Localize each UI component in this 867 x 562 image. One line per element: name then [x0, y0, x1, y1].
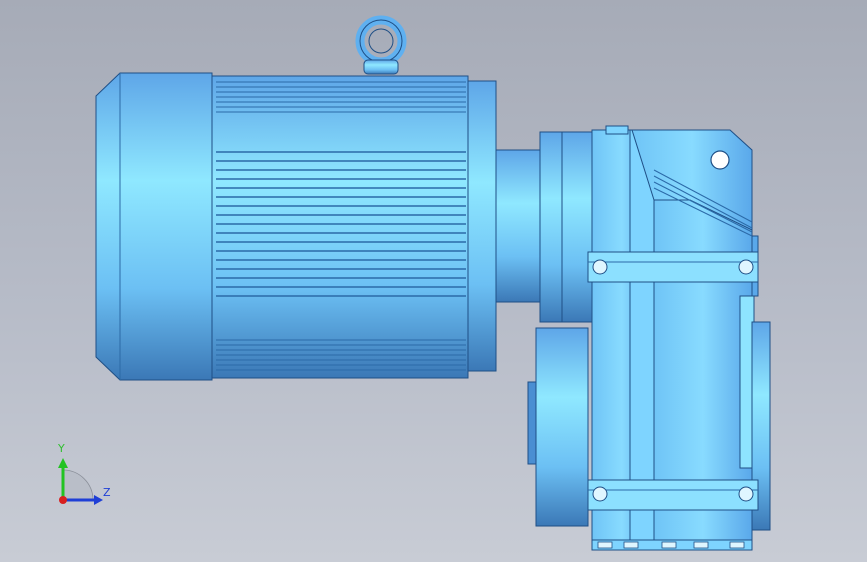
axis-triad[interactable] — [58, 458, 103, 505]
motor-flange[interactable] — [467, 80, 497, 372]
coupling[interactable] — [495, 131, 593, 323]
mounting-strap-bottom[interactable] — [587, 479, 759, 511]
bolt-icon — [592, 259, 608, 275]
motor-fins[interactable] — [211, 75, 469, 379]
bolt-icon — [738, 486, 754, 502]
triad-quadrant-icon — [62, 469, 94, 501]
bracket-hole-icon — [710, 150, 730, 170]
bolt-icon — [592, 486, 608, 502]
mounting-strap-top[interactable] — [587, 251, 759, 283]
bolt-icon — [738, 259, 754, 275]
x-axis-dot-icon — [59, 496, 67, 504]
motor-end-cap[interactable] — [95, 72, 213, 381]
z-axis-label: Z — [103, 486, 111, 499]
y-axis-label: Y — [58, 442, 65, 455]
lifting-eye[interactable] — [355, 15, 407, 75]
cad-viewport[interactable]: Y Z — [0, 0, 867, 562]
gear-motor-model[interactable] — [0, 0, 867, 562]
gearbox-feet — [591, 539, 753, 551]
